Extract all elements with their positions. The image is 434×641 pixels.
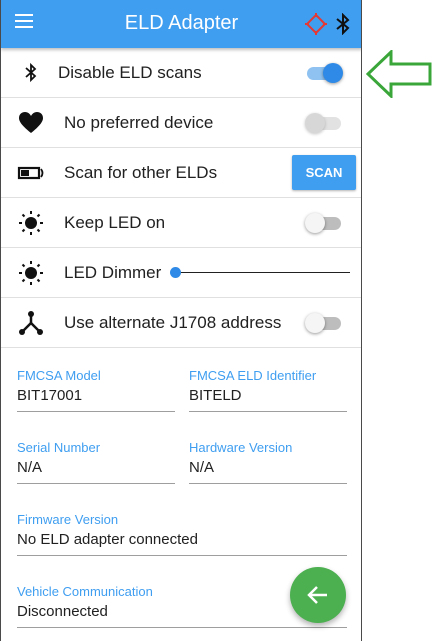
setting-row-preferred-device: No preferred device [1,98,361,148]
app-bar: ELD Adapter [1,0,361,48]
brightness-icon [19,211,43,235]
settings-list: Disable ELD scans No preferred device Sc… [1,48,361,348]
bluetooth-icon [25,62,37,83]
field-value: BITELD [189,387,347,412]
back-fab-button[interactable] [290,567,346,623]
serial-number-field: Serial Number N/A [17,440,175,484]
field-label: FMCSA Model [17,368,101,383]
setting-label: LED Dimmer [64,263,162,282]
field-value: N/A [189,459,347,484]
field-label: Firmware Version [17,512,119,527]
network-fork-icon [19,311,43,335]
field-value: No ELD adapter connected [17,531,347,556]
firmware-version-field: Firmware Version No ELD adapter connecte… [17,512,347,556]
preferred-device-switch[interactable] [305,113,343,133]
field-label: FMCSA ELD Identifier [189,368,317,383]
arrow-left-icon [307,586,327,604]
brightness-icon [19,261,43,285]
setting-row-keep-led-on: Keep LED on [1,198,361,248]
field-label: Serial Number [17,440,101,455]
fmcsa-model-field: FMCSA Model BIT17001 [17,368,175,412]
led-dimmer-slider[interactable] [170,267,350,282]
setting-row-scan-other-elds: Scan for other ELDs SCAN [1,148,361,198]
setting-row-led-dimmer: LED Dimmer [1,248,361,298]
keep-led-on-switch[interactable] [305,213,343,233]
field-label: Hardware Version [189,440,293,455]
setting-label: No preferred device [64,113,214,132]
setting-label: Scan for other ELDs [64,163,218,182]
setting-row-alternate-j1708: Use alternate J1708 address [1,298,361,348]
setting-label: Use alternate J1708 address [64,313,282,332]
target-icon[interactable] [305,13,327,35]
heart-icon [19,112,43,133]
hardware-version-field: Hardware Version N/A [189,440,347,484]
scan-button[interactable]: SCAN [292,155,356,190]
setting-row-disable-eld-scans: Disable ELD scans [1,48,361,98]
app-screen: ELD Adapter Disable ELD scans No preferr… [0,0,362,641]
green-arrow-left-outline-icon [366,50,432,98]
field-value: N/A [17,459,175,484]
scan-device-icon [17,166,44,180]
field-value: BIT17001 [17,387,175,412]
slider-thumb[interactable] [170,267,181,278]
fmcsa-eld-identifier-field: FMCSA ELD Identifier BITELD [189,368,347,412]
setting-label: Keep LED on [64,213,166,232]
alternate-j1708-switch[interactable] [305,313,343,333]
setting-label: Disable ELD scans [58,63,202,82]
disable-eld-scans-switch[interactable] [305,63,343,83]
bluetooth-icon [336,13,350,35]
